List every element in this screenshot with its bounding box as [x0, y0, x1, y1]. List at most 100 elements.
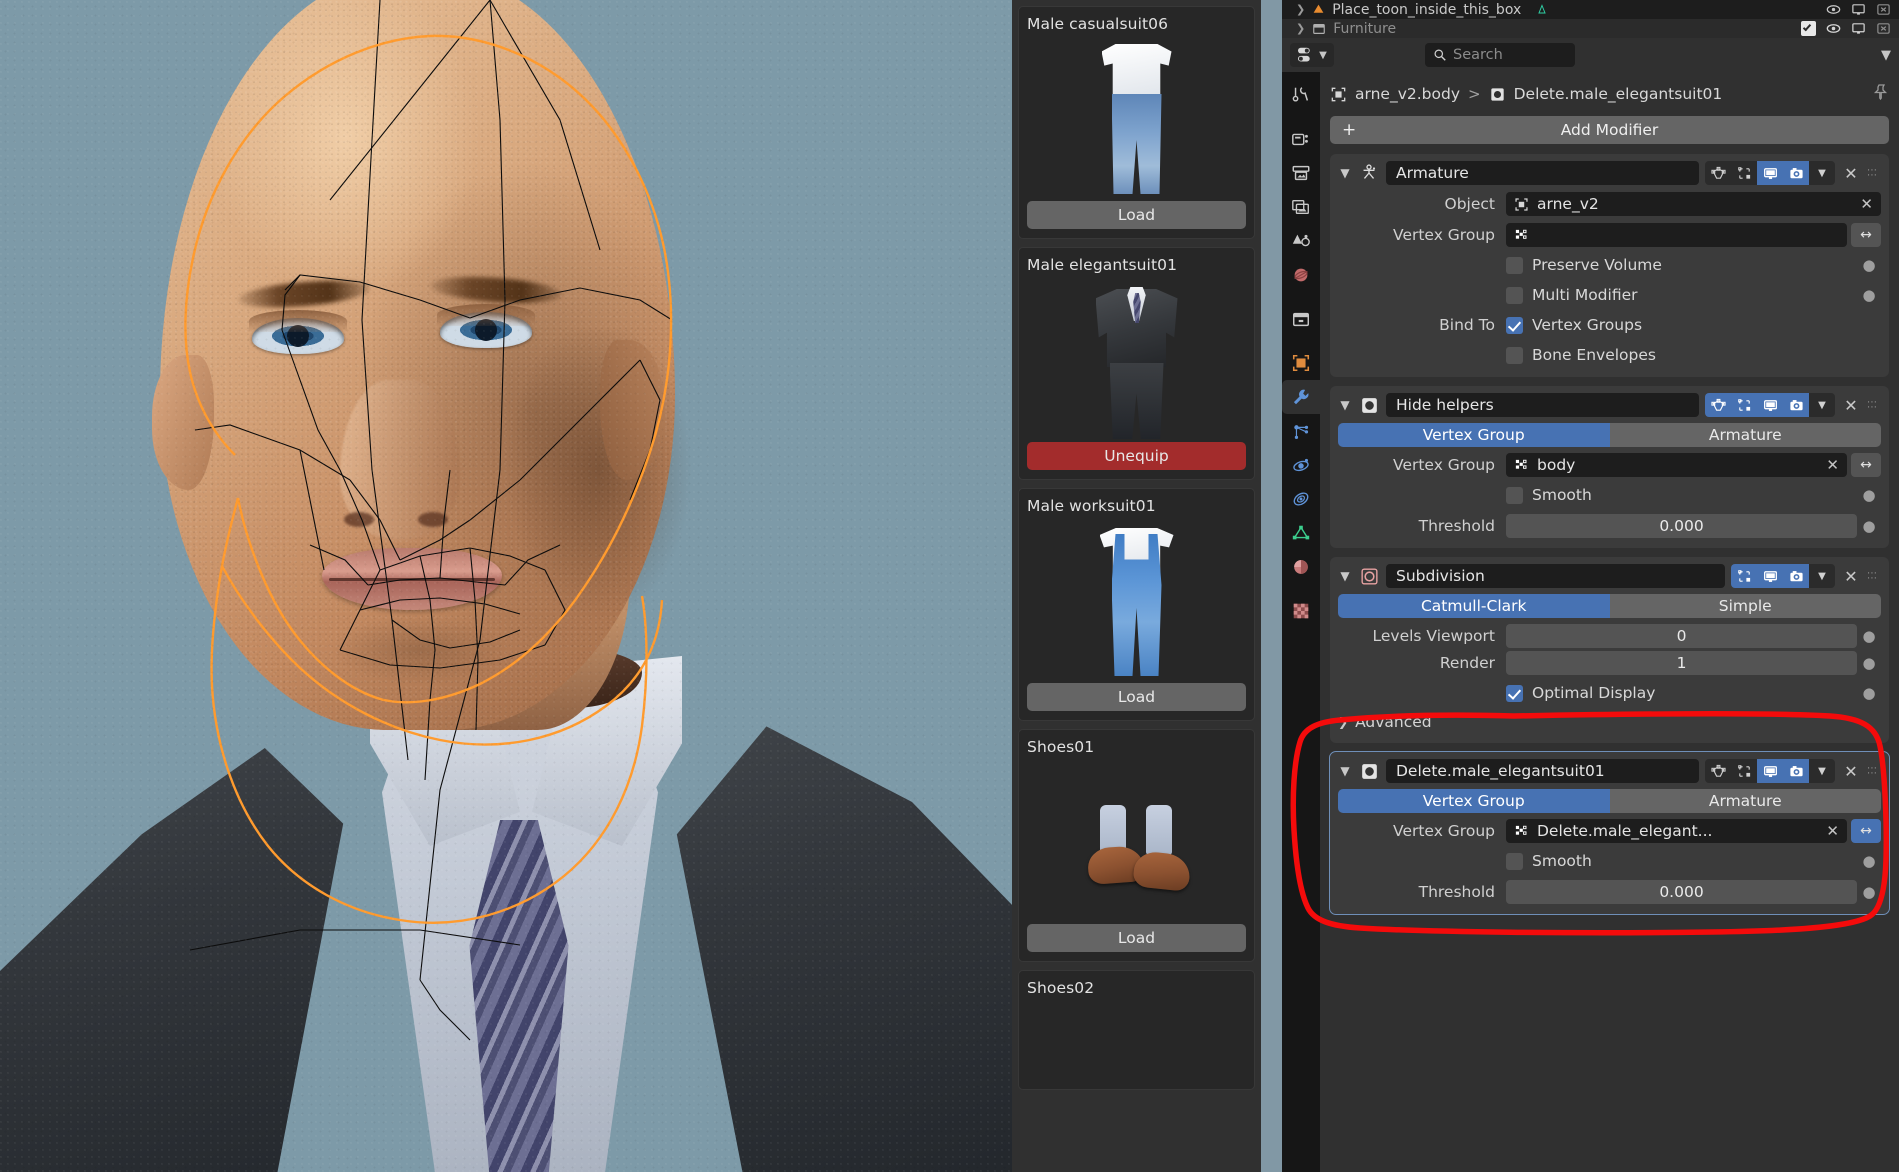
- seg-vertex-group[interactable]: Vertex Group: [1338, 789, 1610, 813]
- bone-envelopes-checkbox[interactable]: [1506, 347, 1523, 364]
- clothing-card-shoes01[interactable]: Shoes01 Load: [1018, 729, 1255, 962]
- clear-vertex-group-icon[interactable]: ✕: [1826, 822, 1839, 840]
- modifier-header[interactable]: ▼ Delete.male_elegantsuit01 ▼ ✕ ⋯⋯: [1338, 758, 1881, 784]
- realtime-display-toggle[interactable]: [1757, 161, 1783, 185]
- smooth-checkbox[interactable]: [1506, 487, 1523, 504]
- bind-to-vertex-groups-row[interactable]: Bind To Vertex Groups: [1338, 312, 1881, 338]
- display-viewport-icon[interactable]: [1851, 21, 1866, 36]
- tab-render[interactable]: [1282, 122, 1320, 156]
- realtime-display-toggle[interactable]: [1757, 564, 1783, 588]
- seg-armature[interactable]: Armature: [1610, 423, 1882, 447]
- tab-scene[interactable]: [1282, 224, 1320, 258]
- modifier-dropdown-chevron-icon[interactable]: ▼: [1809, 161, 1835, 185]
- levels-viewport-field[interactable]: 0: [1506, 624, 1857, 648]
- threshold-slider[interactable]: 0.000: [1506, 514, 1857, 538]
- clothing-card-elegantsuit01[interactable]: Male elegantsuit01 Unequip: [1018, 247, 1255, 480]
- vertex-group-field[interactable]: [1506, 223, 1847, 247]
- clothing-card-worksuit01[interactable]: Male worksuit01 Load: [1018, 488, 1255, 721]
- render-levels-field[interactable]: 1: [1506, 651, 1857, 675]
- animate-property-dot[interactable]: ●: [1857, 654, 1881, 672]
- on-cage-toggle[interactable]: [1705, 161, 1731, 185]
- tab-collection[interactable]: [1282, 302, 1320, 336]
- checkbox-checked-icon[interactable]: [1801, 21, 1816, 36]
- seg-armature[interactable]: Armature: [1610, 789, 1882, 813]
- modifier-delete-male-elegantsuit01[interactable]: ▼ Delete.male_elegantsuit01 ▼ ✕ ⋯⋯: [1330, 752, 1889, 914]
- mask-smooth-row[interactable]: Smooth ●: [1338, 482, 1881, 508]
- armature-object-row[interactable]: Object arne_v2 ✕: [1338, 191, 1881, 217]
- animate-property-dot[interactable]: ●: [1857, 517, 1881, 535]
- tab-constraints[interactable]: [1282, 482, 1320, 516]
- properties-tab-column[interactable]: [1282, 72, 1320, 1172]
- editor-type-button[interactable]: ▼: [1290, 43, 1334, 67]
- tab-particles[interactable]: [1282, 414, 1320, 448]
- viewport-right-strip[interactable]: [1261, 0, 1282, 1172]
- tab-object-data[interactable]: [1282, 516, 1320, 550]
- mask-threshold-row[interactable]: Threshold 0.000 ●: [1338, 513, 1881, 539]
- breadcrumb[interactable]: arne_v2.body > Delete.male_elegantsuit01: [1330, 80, 1889, 108]
- modifier-toggles[interactable]: ▼: [1731, 564, 1835, 588]
- expand-chevron-down-icon[interactable]: ▼: [1338, 764, 1352, 778]
- 3d-viewport[interactable]: [0, 0, 1012, 1172]
- mask-smooth-row[interactable]: Smooth ●: [1338, 848, 1881, 874]
- outliner-row-place-toon[interactable]: ❯ Place_toon_inside_this_box: [1282, 0, 1899, 19]
- modifier-name-field[interactable]: Delete.male_elegantsuit01: [1386, 759, 1699, 783]
- clothing-library-panel[interactable]: Male casualsuit06 Load Male elegantsuit0…: [1012, 0, 1261, 1172]
- outliner-row-icons[interactable]: [1801, 21, 1891, 36]
- outliner-row-furniture[interactable]: ❯ Furniture: [1282, 19, 1899, 38]
- tab-output[interactable]: [1282, 156, 1320, 190]
- drag-handle[interactable]: ⋯⋯: [1867, 168, 1881, 178]
- chevron-right-icon[interactable]: ❯: [1296, 3, 1305, 16]
- display-viewport-icon[interactable]: [1851, 2, 1866, 17]
- realtime-display-toggle[interactable]: [1757, 759, 1783, 783]
- optimal-display-checkbox[interactable]: [1506, 685, 1523, 702]
- drag-handle[interactable]: ⋯⋯: [1867, 766, 1881, 776]
- render-display-toggle[interactable]: [1783, 759, 1809, 783]
- seg-catmull-clark[interactable]: Catmull-Clark: [1338, 594, 1610, 618]
- tab-tool[interactable]: [1282, 78, 1320, 112]
- optimal-display-row[interactable]: Optimal Display ●: [1338, 680, 1881, 706]
- render-disabled-icon[interactable]: [1876, 21, 1891, 36]
- properties-panel-body[interactable]: arne_v2.body > Delete.male_elegantsuit01…: [1320, 72, 1899, 1172]
- expand-chevron-down-icon[interactable]: ▼: [1338, 166, 1352, 180]
- drag-handle[interactable]: ⋯⋯: [1867, 400, 1881, 410]
- tab-texture[interactable]: [1282, 594, 1320, 628]
- invert-vertex-group-toggle[interactable]: ↔: [1851, 819, 1881, 843]
- animate-property-dot[interactable]: ●: [1857, 852, 1881, 870]
- seg-vertex-group[interactable]: Vertex Group: [1338, 423, 1610, 447]
- expand-chevron-down-icon[interactable]: ▼: [1338, 398, 1352, 412]
- edit-mode-toggle[interactable]: [1731, 393, 1757, 417]
- subdivision-type-segmented[interactable]: Catmull-Clark Simple: [1338, 594, 1881, 618]
- mask-mode-segmented[interactable]: Vertex Group Armature: [1338, 423, 1881, 447]
- vertex-group-field[interactable]: body ✕: [1506, 453, 1847, 477]
- vertex-groups-checkbox[interactable]: [1506, 317, 1523, 334]
- chevron-down-icon[interactable]: ▼: [1319, 50, 1327, 61]
- load-button-worksuit01[interactable]: Load: [1027, 683, 1246, 711]
- eye-icon[interactable]: [1826, 21, 1841, 36]
- delete-modifier-button[interactable]: ✕: [1841, 164, 1861, 183]
- modifier-dropdown-chevron-icon[interactable]: ▼: [1809, 759, 1835, 783]
- modifier-header[interactable]: ▼ Armature ▼ ✕ ⋯⋯: [1338, 160, 1881, 186]
- multi-modifier-checkbox[interactable]: [1506, 287, 1523, 304]
- modifier-dropdown-chevron-icon[interactable]: ▼: [1809, 564, 1835, 588]
- edit-mode-toggle[interactable]: [1731, 759, 1757, 783]
- render-display-toggle[interactable]: [1783, 393, 1809, 417]
- delete-modifier-button[interactable]: ✕: [1841, 396, 1861, 415]
- add-modifier-button[interactable]: + Add Modifier: [1330, 116, 1889, 144]
- modifier-header[interactable]: ▼ Subdivision ▼ ✕ ⋯⋯: [1338, 563, 1881, 589]
- multi-modifier-row[interactable]: Multi Modifier ●: [1338, 282, 1881, 308]
- delete-modifier-button[interactable]: ✕: [1841, 567, 1861, 586]
- modifier-name-field[interactable]: Armature: [1386, 161, 1699, 185]
- tab-world[interactable]: [1282, 258, 1320, 292]
- render-display-toggle[interactable]: [1783, 161, 1809, 185]
- seg-simple[interactable]: Simple: [1610, 594, 1882, 618]
- drag-handle[interactable]: ⋯⋯: [1867, 571, 1881, 581]
- mask-mode-segmented[interactable]: Vertex Group Armature: [1338, 789, 1881, 813]
- modifier-subdivision[interactable]: ▼ Subdivision ▼ ✕ ⋯⋯ Catmull-Clar: [1330, 557, 1889, 743]
- animate-property-dot[interactable]: ●: [1857, 256, 1881, 274]
- preserve-volume-row[interactable]: Preserve Volume ●: [1338, 252, 1881, 278]
- chevron-down-icon[interactable]: ❯: [1296, 22, 1305, 35]
- header-chevron-down-icon[interactable]: ▼: [1881, 48, 1891, 63]
- properties-header[interactable]: ▼ Search ▼: [1282, 38, 1899, 72]
- modifier-header[interactable]: ▼ Hide helpers ▼ ✕ ⋯⋯: [1338, 392, 1881, 418]
- tab-view-layer[interactable]: [1282, 190, 1320, 224]
